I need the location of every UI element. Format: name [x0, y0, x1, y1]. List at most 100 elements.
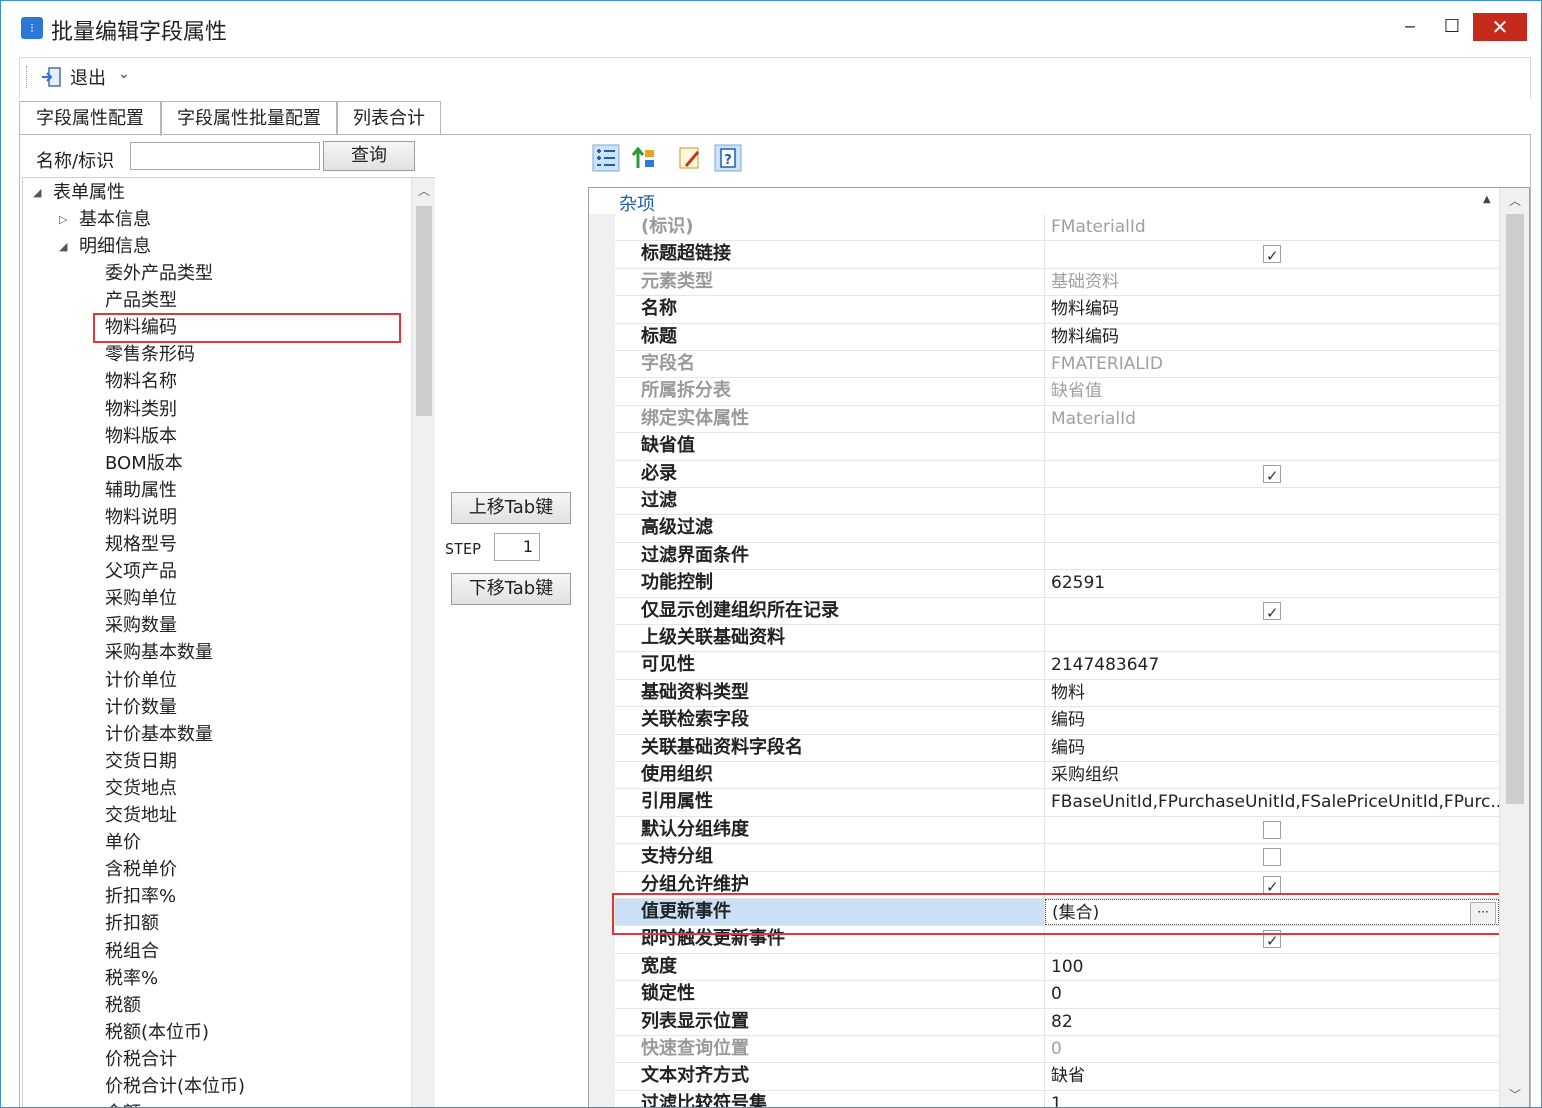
checkbox-unchecked[interactable] — [1263, 820, 1281, 839]
property-value[interactable] — [1045, 515, 1499, 541]
tree-item[interactable]: 计价基本数量 — [105, 722, 213, 748]
tree-item[interactable]: 计价单位 — [105, 668, 177, 694]
tree-item[interactable]: 物料类别 — [105, 397, 177, 423]
exit-button[interactable]: 退出 — [70, 64, 106, 90]
tree-item[interactable]: 交货日期 — [105, 749, 177, 775]
property-row[interactable]: 支持分组 — [615, 844, 1499, 872]
checkbox-checked[interactable]: ✓ — [1263, 464, 1281, 485]
move-up-tab-button[interactable]: 上移Tab键 — [451, 492, 571, 524]
property-row[interactable]: 标题超链接 ✓ — [615, 241, 1499, 269]
expand-arrow-icon[interactable]: ▷ — [59, 207, 67, 233]
property-value[interactable]: 2147483647 — [1045, 652, 1499, 678]
maximize-button[interactable]: ☐ — [1429, 13, 1475, 41]
property-value[interactable]: 编码 — [1045, 707, 1499, 733]
tree-item[interactable]: 物料名称 — [105, 369, 177, 395]
tree-item[interactable]: 价税合计(本位币) — [105, 1074, 245, 1100]
property-row[interactable]: 绑定实体属性 MaterialId — [615, 405, 1499, 434]
property-row[interactable]: 过滤比较符号集 1 — [615, 1090, 1499, 1107]
tree-item[interactable]: 交货地点 — [105, 776, 177, 802]
grid-scrollbar[interactable]: ︿ ﹀ — [1499, 188, 1529, 1107]
property-row[interactable]: 名称 物料编码 — [615, 296, 1499, 324]
property-value[interactable] — [1045, 817, 1499, 843]
tree-item[interactable]: 价税合计 — [105, 1047, 177, 1073]
property-value[interactable] — [1045, 433, 1499, 459]
tree-item[interactable]: 含税单价 — [105, 857, 177, 883]
property-row[interactable]: (标识) FMaterialId — [615, 214, 1499, 242]
property-value[interactable]: 100 — [1045, 954, 1499, 980]
tree-item[interactable]: 规格型号 — [105, 532, 177, 558]
property-row[interactable]: 锁定性 0 — [615, 981, 1499, 1009]
close-button[interactable]: ✕ — [1473, 13, 1527, 41]
property-value[interactable]: 62591 — [1045, 570, 1499, 596]
property-row[interactable]: 基础资料类型 物料 — [615, 679, 1499, 708]
property-row[interactable]: 关联检索字段 编码 — [615, 707, 1499, 735]
property-row[interactable]: 必录 ✓ — [615, 460, 1499, 488]
tree-item[interactable]: 折扣额 — [105, 911, 159, 937]
tree-item[interactable]: 辅助属性 — [105, 478, 177, 504]
property-value[interactable]: 1 — [1045, 1091, 1499, 1107]
tree-item[interactable]: 委外产品类型 — [105, 261, 213, 287]
property-pages-icon[interactable] — [676, 144, 704, 172]
tree-root[interactable]: ◢ 表单属性 — [33, 180, 125, 206]
property-row[interactable]: 使用组织 采购组织 — [615, 762, 1499, 790]
query-button[interactable]: 查询 — [323, 141, 415, 171]
property-row[interactable]: 标题 物料编码 — [615, 323, 1499, 351]
tree-item[interactable]: 单价 — [105, 830, 141, 856]
tab-batch-config[interactable]: 字段属性批量配置 — [161, 101, 337, 135]
tree-item[interactable]: 金额 — [105, 1101, 141, 1107]
property-value[interactable] — [1045, 625, 1499, 651]
checkbox-checked[interactable]: ✓ — [1263, 245, 1281, 265]
move-down-tab-button[interactable]: 下移Tab键 — [451, 573, 571, 605]
property-value[interactable]: 物料编码 — [1045, 324, 1499, 350]
property-row[interactable]: 快速查询位置 0 — [615, 1036, 1499, 1064]
tree-scroll-thumb[interactable] — [416, 206, 432, 416]
tree-item[interactable]: 计价数量 — [105, 695, 177, 721]
property-value[interactable] — [1045, 844, 1499, 870]
checkbox-unchecked[interactable] — [1263, 848, 1281, 867]
tree-item[interactable]: 物料说明 — [105, 505, 177, 531]
property-row[interactable]: 列表显示位置 82 — [615, 1008, 1499, 1036]
minimize-button[interactable]: ‒ — [1387, 13, 1433, 41]
tree-item[interactable]: BOM版本 — [105, 451, 183, 477]
property-value[interactable]: 采购组织 — [1045, 762, 1499, 788]
property-value[interactable]: 物料编码 — [1045, 296, 1499, 322]
property-value[interactable]: 物料 — [1045, 680, 1499, 706]
tree-item[interactable]: 交货地址 — [105, 803, 177, 829]
tree-group-basic[interactable]: ▷ 基本信息 — [59, 207, 151, 233]
tree-group-detail[interactable]: ◢ 明细信息 — [59, 234, 151, 260]
property-value[interactable]: ✓ — [1045, 598, 1499, 624]
help-icon[interactable]: ? — [714, 144, 742, 172]
collapse-category-icon[interactable]: ▲ — [1483, 194, 1491, 205]
tree-item[interactable]: 采购基本数量 — [105, 640, 213, 666]
property-row[interactable]: 仅显示创建组织所在记录 ✓ — [615, 597, 1499, 625]
category-header[interactable]: 杂项 ▲ — [589, 188, 1499, 215]
property-row[interactable]: 关联基础资料字段名 编码 — [615, 734, 1499, 762]
collapse-arrow-icon[interactable]: ◢ — [33, 180, 41, 206]
step-input[interactable]: 1 — [494, 533, 540, 561]
property-value[interactable]: FBaseUnitId,FPurchaseUnitId,FSalePriceUn… — [1045, 789, 1499, 815]
property-value[interactable]: 0 — [1045, 981, 1499, 1007]
property-row[interactable]: 高级过滤 — [615, 515, 1499, 543]
scroll-up-icon[interactable]: ︿ — [1507, 192, 1523, 209]
property-row[interactable]: 文本对齐方式 缺省 — [615, 1063, 1499, 1091]
property-value[interactable]: 82 — [1045, 1009, 1499, 1035]
tree-item[interactable]: 父项产品 — [105, 559, 177, 585]
property-value[interactable]: 缺省 — [1045, 1063, 1499, 1089]
tree-item[interactable]: 税额 — [105, 993, 141, 1019]
tree-item[interactable]: 产品类型 — [105, 288, 177, 314]
property-row[interactable]: 字段名 FMATERIALID — [615, 351, 1499, 379]
property-value[interactable]: ✓ — [1045, 241, 1499, 267]
property-row[interactable]: 过滤界面条件 — [615, 542, 1499, 571]
tree-item[interactable]: 物料版本 — [105, 424, 177, 450]
sort-az-icon[interactable] — [630, 144, 658, 172]
tree-item[interactable]: 税组合 — [105, 939, 159, 965]
exit-icon[interactable] — [40, 65, 64, 89]
property-value[interactable]: 编码 — [1045, 735, 1499, 761]
property-row[interactable]: 所属拆分表 缺省值 — [615, 378, 1499, 406]
property-value[interactable] — [1045, 543, 1499, 569]
tree-item[interactable]: 采购单位 — [105, 586, 177, 612]
property-row[interactable]: 功能控制 62591 — [615, 570, 1499, 598]
chevron-down-icon[interactable]: ⌄ — [118, 66, 130, 82]
property-row[interactable]: 元素类型 基础资料 — [615, 268, 1499, 297]
checkbox-checked[interactable]: ✓ — [1263, 601, 1281, 622]
